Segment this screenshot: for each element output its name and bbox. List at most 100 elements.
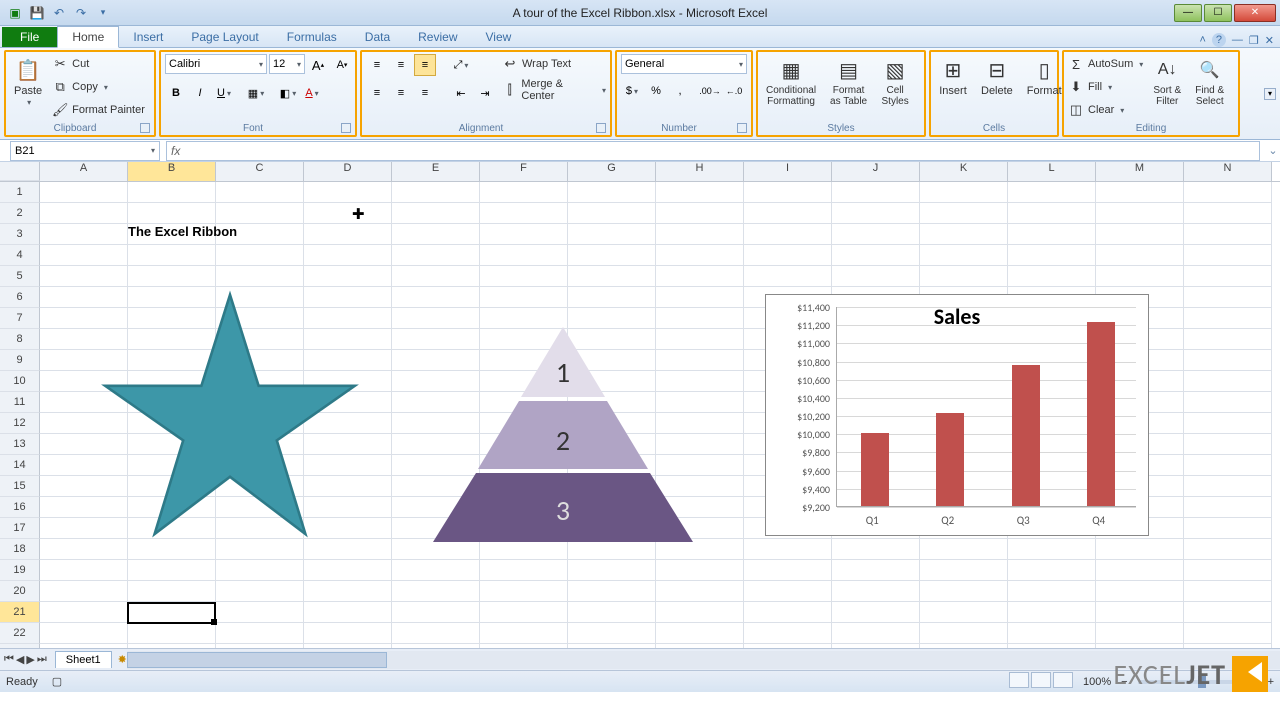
dialog-launcher-font[interactable]	[341, 123, 351, 133]
column-header-K[interactable]: K	[920, 162, 1008, 181]
shrink-font-button[interactable]: A▾	[331, 54, 353, 76]
row-header-4[interactable]: 4	[0, 245, 40, 266]
tab-insert[interactable]: Insert	[119, 27, 177, 47]
excel-app-icon[interactable]: ▣	[6, 4, 24, 22]
column-header-M[interactable]: M	[1096, 162, 1184, 181]
fill-color-button[interactable]: ◧▾	[277, 82, 299, 104]
paste-button[interactable]: 📋 Paste ▾	[10, 54, 46, 109]
workbook-restore-icon[interactable]: ❐	[1249, 34, 1259, 47]
align-left-button[interactable]: ≡	[366, 82, 388, 104]
workbook-minimize-icon[interactable]: —	[1232, 34, 1243, 46]
insert-cells-button[interactable]: ⊞Insert	[935, 54, 971, 99]
row-header-23[interactable]: 23	[0, 644, 40, 648]
align-bottom-button[interactable]: ≡	[414, 54, 436, 76]
minimize-ribbon-icon[interactable]: ˄	[1199, 34, 1205, 46]
tab-view[interactable]: View	[472, 27, 526, 47]
chart-bar-Q1[interactable]	[861, 433, 889, 506]
minimize-button[interactable]: —	[1174, 4, 1202, 22]
chart-bar-Q4[interactable]	[1087, 322, 1115, 506]
merge-center-button[interactable]: ⫿Merge & Center▾	[502, 80, 606, 100]
row-header-16[interactable]: 16	[0, 497, 40, 518]
expand-formula-bar[interactable]: ⌄	[1266, 144, 1280, 157]
number-format-select[interactable]: General▾	[621, 54, 747, 74]
formula-bar[interactable]: fx	[166, 141, 1260, 161]
column-header-J[interactable]: J	[832, 162, 920, 181]
row-header-12[interactable]: 12	[0, 413, 40, 434]
qat-customize-icon[interactable]: ▾	[94, 4, 112, 22]
tab-formulas[interactable]: Formulas	[273, 27, 351, 47]
macro-record-icon[interactable]: ▢	[52, 675, 62, 688]
tab-home[interactable]: Home	[57, 26, 119, 48]
delete-cells-button[interactable]: ⊟Delete	[977, 54, 1017, 99]
row-header-14[interactable]: 14	[0, 455, 40, 476]
column-header-A[interactable]: A	[40, 162, 128, 181]
column-header-N[interactable]: N	[1184, 162, 1272, 181]
align-middle-button[interactable]: ≡	[390, 54, 412, 76]
row-header-20[interactable]: 20	[0, 581, 40, 602]
name-box[interactable]: B21▾	[10, 141, 160, 161]
dialog-launcher-clipboard[interactable]	[140, 123, 150, 133]
sort-filter-button[interactable]: A↓Sort & Filter	[1149, 54, 1185, 109]
row-header-17[interactable]: 17	[0, 518, 40, 539]
undo-icon[interactable]: ↶	[50, 4, 68, 22]
format-cells-button[interactable]: ▯Format	[1023, 54, 1066, 99]
decrease-indent-button[interactable]: ⇤	[450, 82, 472, 104]
chart-bar-Q2[interactable]	[936, 413, 964, 506]
tab-review[interactable]: Review	[404, 27, 471, 47]
fill-button[interactable]: ⬇Fill▾	[1068, 77, 1143, 97]
bold-button[interactable]: B	[165, 82, 187, 104]
row-header-8[interactable]: 8	[0, 329, 40, 350]
column-header-G[interactable]: G	[568, 162, 656, 181]
star-shape[interactable]	[80, 287, 380, 547]
column-header-I[interactable]: I	[744, 162, 832, 181]
sheet-nav-first[interactable]: ⏮	[4, 653, 14, 666]
maximize-button[interactable]: ☐	[1204, 4, 1232, 22]
save-icon[interactable]: 💾	[28, 4, 46, 22]
comma-format-button[interactable]: ,	[669, 80, 691, 102]
column-header-H[interactable]: H	[656, 162, 744, 181]
zoom-in-button[interactable]: +	[1268, 676, 1274, 688]
row-header-5[interactable]: 5	[0, 266, 40, 287]
chart-bar-Q3[interactable]	[1012, 365, 1040, 506]
copy-button[interactable]: ⧉Copy▾	[52, 77, 145, 97]
sheet-nav-last[interactable]: ⏭	[37, 653, 47, 666]
align-top-button[interactable]: ≡	[366, 54, 388, 76]
select-all-corner[interactable]	[0, 162, 40, 181]
increase-decimal-button[interactable]: .00→	[699, 80, 721, 102]
embedded-chart[interactable]: Sales $11,400$11,200$11,000$10,800$10,60…	[765, 294, 1149, 536]
row-header-21[interactable]: 21	[0, 602, 40, 623]
row-header-9[interactable]: 9	[0, 350, 40, 371]
orientation-button[interactable]: ⤢▾	[450, 54, 472, 76]
percent-format-button[interactable]: %	[645, 80, 667, 102]
column-header-L[interactable]: L	[1008, 162, 1096, 181]
borders-button[interactable]: ▦▾	[245, 82, 267, 104]
sheet-tab-sheet1[interactable]: Sheet1	[55, 651, 112, 668]
row-header-1[interactable]: 1	[0, 182, 40, 203]
column-header-F[interactable]: F	[480, 162, 568, 181]
close-button[interactable]: ✕	[1234, 4, 1276, 22]
conditional-formatting-button[interactable]: ▦Conditional Formatting	[762, 54, 820, 109]
sheet-nav-next[interactable]: ▶	[26, 653, 34, 666]
column-header-C[interactable]: C	[216, 162, 304, 181]
underline-button[interactable]: U▾	[213, 82, 235, 104]
accounting-format-button[interactable]: $▾	[621, 80, 643, 102]
help-icon[interactable]: ?	[1212, 33, 1226, 47]
decrease-decimal-button[interactable]: ←.0	[723, 80, 745, 102]
row-header-15[interactable]: 15	[0, 476, 40, 497]
row-header-10[interactable]: 10	[0, 371, 40, 392]
row-header-22[interactable]: 22	[0, 623, 40, 644]
ribbon-scroll[interactable]: ▾	[1264, 48, 1278, 139]
font-color-button[interactable]: A▾	[301, 82, 323, 104]
row-header-2[interactable]: 2	[0, 203, 40, 224]
autosum-button[interactable]: ΣAutoSum▾	[1068, 54, 1143, 74]
tab-page-layout[interactable]: Page Layout	[177, 27, 272, 47]
zoom-level[interactable]: 100%	[1083, 676, 1111, 688]
clear-button[interactable]: ◫Clear▾	[1068, 100, 1143, 120]
format-as-table-button[interactable]: ▤Format as Table	[826, 54, 871, 109]
increase-indent-button[interactable]: ⇥	[474, 82, 496, 104]
italic-button[interactable]: I	[189, 82, 211, 104]
row-header-19[interactable]: 19	[0, 560, 40, 581]
align-center-button[interactable]: ≡	[390, 82, 412, 104]
column-header-D[interactable]: D	[304, 162, 392, 181]
tab-file[interactable]: File	[2, 27, 57, 47]
